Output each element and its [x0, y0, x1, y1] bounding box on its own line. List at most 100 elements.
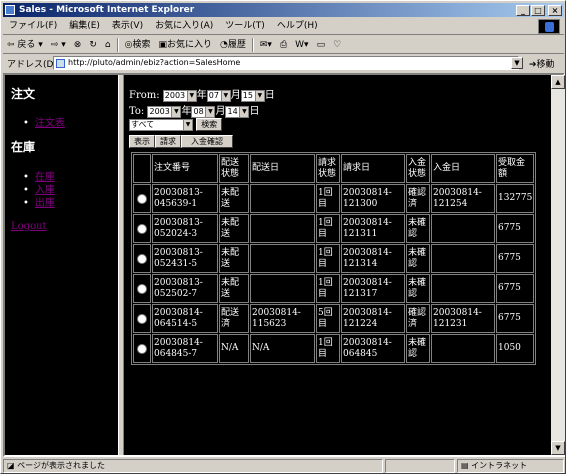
cell-pay-date: 20030814-121231 [431, 304, 495, 333]
status-select[interactable]: すべて ▼ [129, 118, 193, 131]
table-row: 20030814-064845-7 N/A N/A 1回目 20030814-06484… [133, 334, 535, 363]
from-month-select[interactable]: 07 ▼ [206, 89, 231, 102]
table-header-row: 注文番号 配送状態 配送日 請求状態 請求日 入金状態 入金日 受取金額 [133, 154, 535, 183]
address-input[interactable]: http://pluto/admin/ebiz?action=SalesHome [53, 56, 519, 70]
table-row: 20030814-064514-5 配送済 20030814-115623 5回目 20… [133, 304, 535, 333]
to-year-select[interactable]: 2003 ▼ [147, 105, 182, 118]
forward-arrow-icon: ⇨ [50, 40, 59, 50]
home-button[interactable]: ⌂ [101, 37, 115, 53]
ie-icon [5, 5, 15, 15]
edit-button[interactable]: W▾ [291, 37, 312, 53]
from-day-select[interactable]: 15 ▼ [240, 89, 265, 102]
search-submit-button[interactable]: 検索 [196, 118, 223, 131]
cell-order-no: 20030813-045639-1 [152, 184, 218, 213]
address-dropdown-button[interactable]: ▼ [511, 57, 523, 69]
mail-button[interactable]: ✉▾ [256, 37, 276, 53]
search-button[interactable]: ◎検索 [121, 37, 155, 53]
orders-table: 注文番号 配送状態 配送日 請求状態 請求日 入金状態 入金日 受取金額 200… [131, 152, 537, 365]
cell-bill-date: 20030814-064845 [341, 334, 405, 363]
col-order-no: 注文番号 [152, 154, 218, 183]
cell-amount: 6775 [496, 274, 535, 303]
content-area: 注文 注文表 在庫 在庫 入庫 出庫 Logout From: 2003▼年07… [3, 73, 565, 457]
cell-ship-status: 配送済 [219, 304, 249, 333]
cell-ship-date [250, 274, 315, 303]
tab-view[interactable]: 表示 [129, 135, 155, 148]
toolbar: ⇦ 戻る ▾ ⇨ ▾ ⊗ ↻ ⌂ ◎検索 ▣お気に入り ◔履歴 ✉▾ ⎙ W▾ … [3, 36, 564, 54]
row-select-radio[interactable] [137, 223, 147, 234]
to-month-select[interactable]: 08 ▼ [191, 105, 216, 118]
menu-view[interactable]: 表示(V) [106, 18, 149, 34]
cell-ship-date [250, 184, 315, 213]
stop-icon: ⊗ [73, 40, 82, 50]
menu-favorites[interactable]: お気に入り(A) [149, 18, 219, 34]
word-icon: W [295, 40, 305, 50]
page-icon [56, 59, 65, 68]
from-year-select[interactable]: 2003 ▼ [162, 89, 197, 102]
cell-ship-status: 未配送 [219, 244, 249, 273]
cell-pay-status: 未確認 [406, 334, 430, 363]
refresh-button[interactable]: ↻ [85, 37, 101, 53]
row-select-radio[interactable] [137, 343, 147, 354]
cell-ship-date [250, 214, 315, 243]
ie-logo-icon [538, 19, 560, 34]
favorites-button[interactable]: ▣お気に入り [154, 37, 216, 53]
row-select-radio[interactable] [137, 193, 147, 204]
status-bar: ◪ ページが表示されました ▤ イントラネット [3, 459, 564, 473]
cell-bill-status: 1回目 [316, 214, 340, 243]
menu-file[interactable]: ファイル(F) [3, 18, 63, 34]
cell-ship-status: N/A [219, 334, 249, 363]
row-select-radio[interactable] [137, 253, 147, 264]
mail-icon: ✉ [259, 40, 268, 50]
address-bar: アドレス(D) http://pluto/admin/ebiz?action=S… [3, 55, 564, 71]
stop-button[interactable]: ⊗ [70, 37, 86, 53]
discuss-button[interactable]: ▭ [313, 37, 330, 53]
cell-pay-date [431, 274, 495, 303]
go-arrow-icon: ➔ [529, 60, 537, 70]
cell-bill-date: 20030814-121317 [341, 274, 405, 303]
messenger-icon: ♡ [333, 40, 342, 50]
col-bill-status: 請求状態 [316, 154, 340, 183]
stock-out-link[interactable]: 出庫 [35, 198, 55, 209]
vertical-scrollbar[interactable]: ▲ ▼ [551, 75, 565, 455]
print-button[interactable]: ⎙ [276, 37, 291, 53]
scroll-up-arrow-icon[interactable]: ▲ [551, 75, 565, 89]
forward-button[interactable]: ⇨ ▾ [47, 37, 70, 53]
cell-pay-status: 確認済 [406, 184, 430, 213]
cell-pay-date [431, 244, 495, 273]
order-list-link[interactable]: 注文表 [35, 118, 65, 129]
row-select-radio[interactable] [137, 283, 147, 294]
cell-amount: 132775 [496, 184, 535, 213]
cell-ship-date: N/A [250, 334, 315, 363]
cell-bill-date: 20030814-121224 [341, 304, 405, 333]
filter-row: すべて ▼ 検索 [129, 118, 223, 131]
cell-order-no: 20030813-052024-3 [152, 214, 218, 243]
tab-payment-confirm[interactable]: 入金確認 [181, 135, 233, 148]
table-row: 20030813-052431-5 未配送 1回目 20030814-121314 未確… [133, 244, 535, 273]
print-icon: ⎙ [279, 40, 288, 50]
refresh-icon: ↻ [89, 40, 97, 50]
cell-bill-date: 20030814-121311 [341, 214, 405, 243]
menu-help[interactable]: ヘルプ(H) [271, 18, 324, 34]
close-button[interactable]: × [548, 5, 562, 16]
maximize-button[interactable]: □ [531, 5, 545, 16]
cell-bill-status: 1回目 [316, 184, 340, 213]
minimize-button[interactable]: _ [516, 5, 530, 16]
go-button[interactable]: ➔移動 [529, 57, 555, 70]
menu-edit[interactable]: 編集(E) [63, 18, 106, 34]
history-button[interactable]: ◔履歴 [216, 37, 250, 53]
to-day-select[interactable]: 14 ▼ [225, 105, 250, 118]
menu-tools[interactable]: ツール(T) [219, 18, 271, 34]
menu-bar: ファイル(F) 編集(E) 表示(V) お気に入り(A) ツール(T) ヘルプ(… [3, 18, 564, 35]
logout-link[interactable]: Logout [11, 221, 47, 232]
cell-bill-status: 5回目 [316, 304, 340, 333]
tab-billing[interactable]: 請求 [155, 135, 181, 148]
messenger-button[interactable]: ♡ [329, 37, 345, 53]
col-ship-status: 配送状態 [219, 154, 249, 183]
cell-bill-status: 1回目 [316, 274, 340, 303]
favorites-icon: ▣ [158, 40, 167, 50]
cell-ship-date [250, 244, 315, 273]
cell-amount: 6775 [496, 304, 535, 333]
row-select-radio[interactable] [137, 313, 147, 324]
back-button[interactable]: ⇦ 戻る ▾ [3, 37, 47, 53]
scroll-down-arrow-icon[interactable]: ▼ [551, 441, 565, 455]
